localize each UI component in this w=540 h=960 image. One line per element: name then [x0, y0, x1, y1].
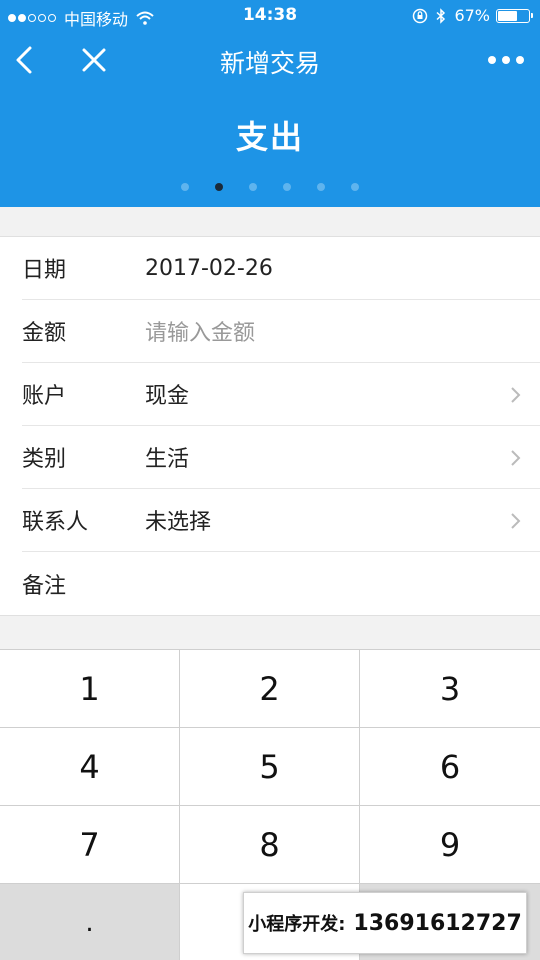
more-dot — [502, 56, 510, 64]
key-5[interactable]: 5 — [180, 728, 360, 806]
category-label: 类别 — [22, 447, 67, 472]
account-label: 账户 — [22, 384, 67, 409]
page-dot[interactable] — [317, 183, 325, 191]
contact-row[interactable]: 联系人 未选择 — [22, 489, 540, 552]
bluetooth-icon — [436, 7, 446, 24]
contact-value: 未选择 — [145, 510, 212, 535]
key-decimal[interactable]: . — [0, 884, 180, 960]
note-label: 备注 — [22, 573, 67, 599]
key-8[interactable]: 8 — [180, 806, 360, 884]
watermark-banner: 小程序开发: 13691612727 — [243, 892, 527, 954]
battery-fill — [498, 10, 517, 21]
page-dot[interactable] — [283, 183, 291, 191]
category-row[interactable]: 类别 生活 — [22, 426, 540, 489]
battery-percent: 67% — [454, 6, 490, 25]
rotation-lock-icon — [413, 8, 428, 23]
page-title: 新增交易 — [219, 49, 320, 78]
date-row[interactable]: 日期 2017-02-26 — [22, 237, 540, 300]
page-dot[interactable] — [181, 183, 189, 191]
amount-row[interactable]: 金额 请输入金额 — [22, 300, 540, 363]
watermark-phone: 13691612727 — [353, 910, 522, 936]
note-row[interactable]: 备注 — [22, 552, 540, 615]
more-dots-icon[interactable] — [488, 52, 524, 68]
key-6[interactable]: 6 — [360, 728, 540, 806]
page-indicator — [0, 183, 540, 191]
page-dot[interactable] — [351, 183, 359, 191]
status-right: 67% — [412, 6, 533, 25]
chevron-right-icon — [511, 450, 521, 466]
key-2[interactable]: 2 — [180, 650, 360, 728]
key-9[interactable]: 9 — [360, 806, 540, 884]
transaction-type-title[interactable]: 支出 — [0, 112, 540, 158]
transaction-form: 日期 2017-02-26 金额 请输入金额 账户 现金 类别 生活 联系人 未… — [0, 236, 540, 616]
key-1[interactable]: 1 — [0, 650, 180, 728]
key-7[interactable]: 7 — [0, 806, 180, 884]
amount-label: 金额 — [22, 321, 67, 346]
key-4[interactable]: 4 — [0, 728, 180, 806]
page-dot[interactable] — [249, 183, 257, 191]
more-dot — [516, 56, 524, 64]
category-value: 生活 — [145, 447, 190, 472]
date-value[interactable]: 2017-02-26 — [145, 256, 273, 281]
contact-label: 联系人 — [22, 510, 89, 535]
account-row[interactable]: 账户 现金 — [22, 363, 540, 426]
nav-bar: 新增交易 — [0, 30, 540, 90]
chevron-right-icon — [511, 387, 521, 403]
page-dot[interactable] — [215, 183, 223, 191]
watermark-label: 小程序开发: — [248, 914, 346, 935]
date-label: 日期 — [22, 258, 67, 283]
chevron-right-icon — [511, 513, 521, 529]
status-bar: 中国移动 14:38 67% — [0, 0, 540, 30]
more-dot — [488, 56, 496, 64]
account-value: 现金 — [145, 384, 190, 409]
key-3[interactable]: 3 — [360, 650, 540, 728]
battery-icon — [496, 8, 533, 23]
amount-input[interactable]: 请输入金额 — [145, 315, 255, 347]
header: 中国移动 14:38 67% 新增交易 支出 — [0, 0, 540, 207]
